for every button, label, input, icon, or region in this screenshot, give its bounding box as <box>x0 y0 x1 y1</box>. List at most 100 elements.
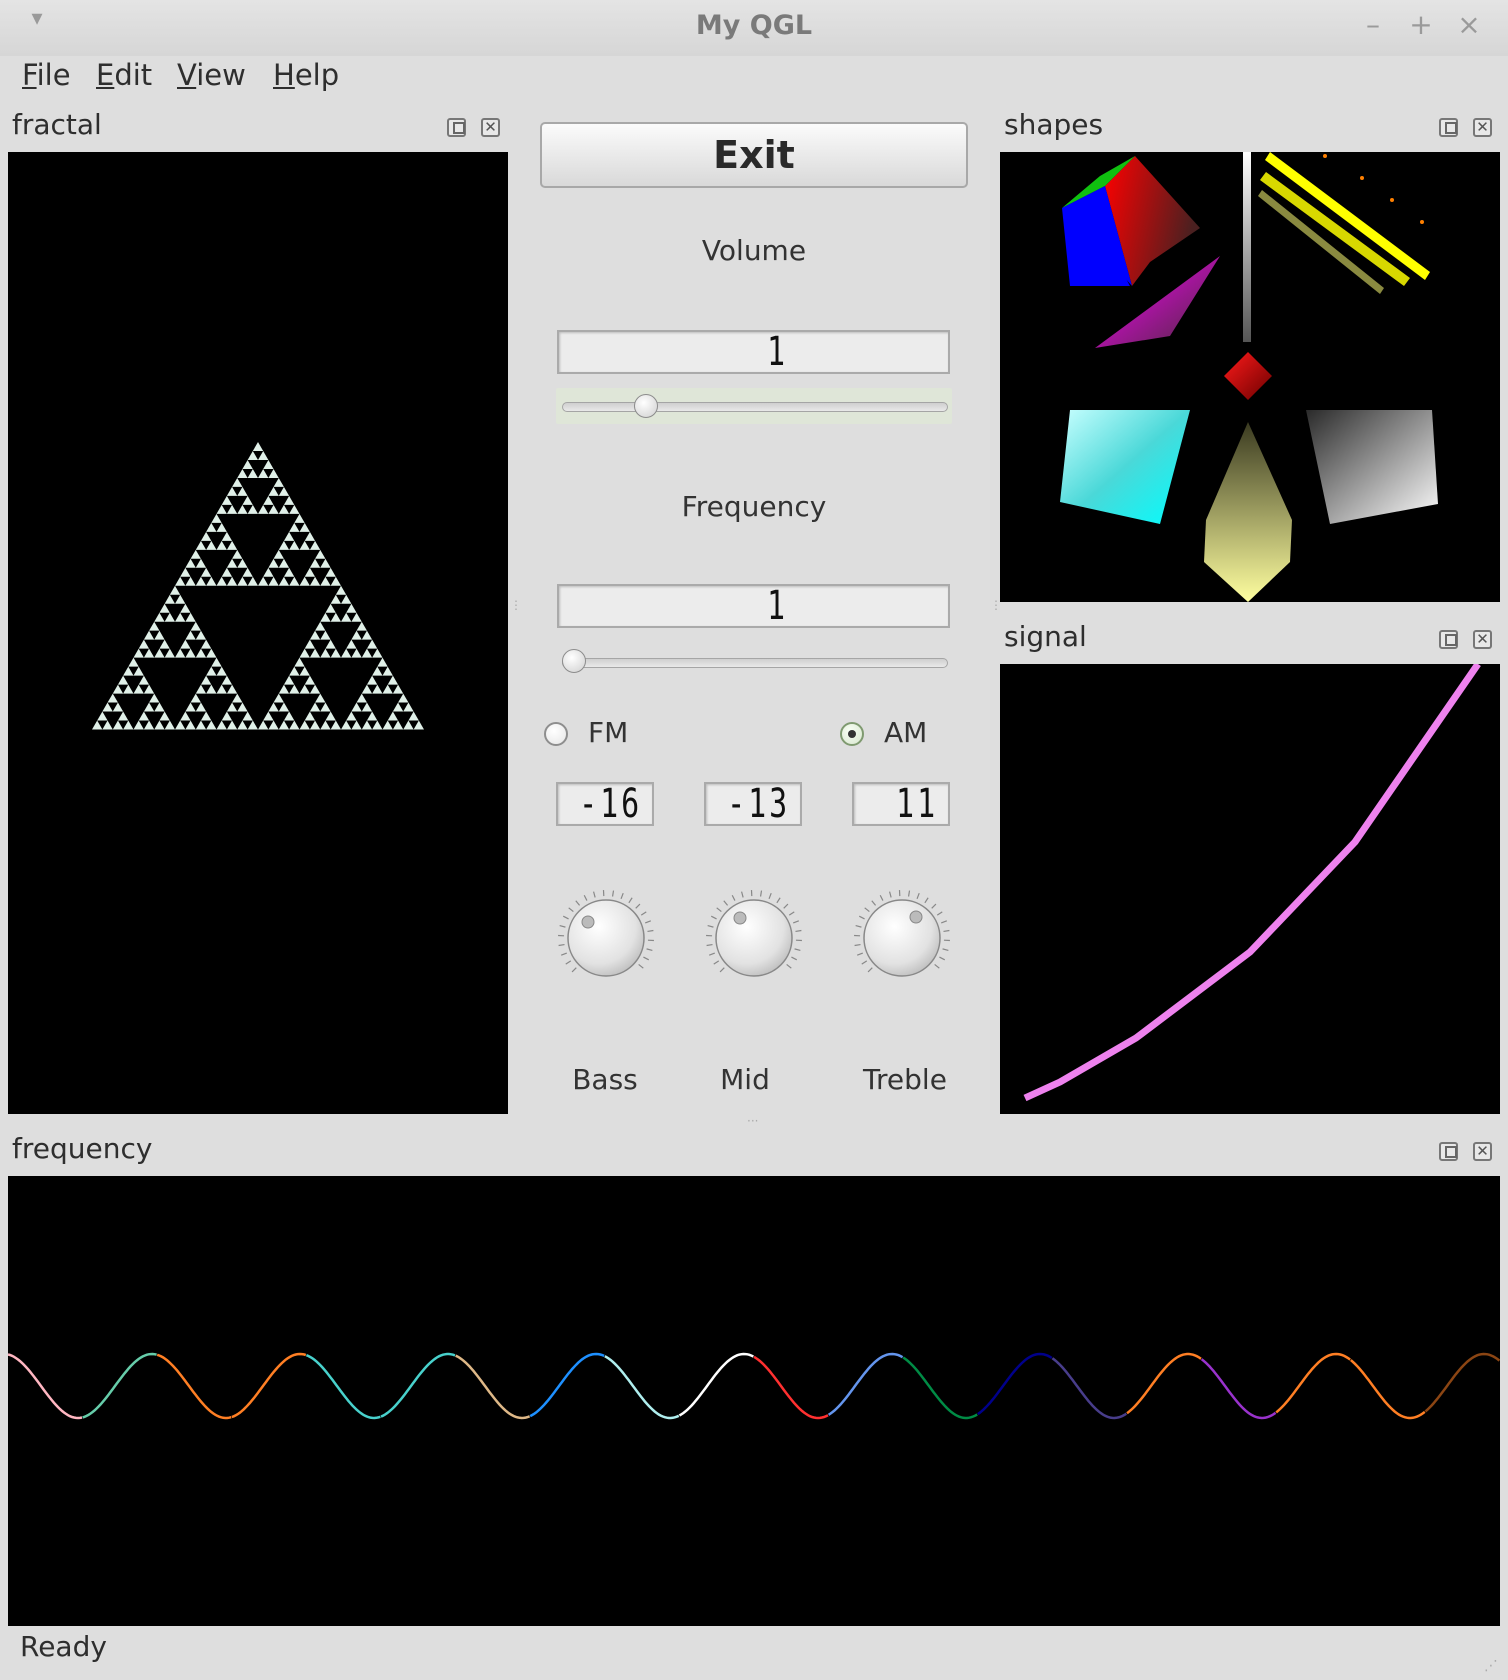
signal-plot <box>1023 664 1481 1102</box>
frequency-lcd: 1 <box>557 584 950 628</box>
fractal-triangle <box>164 720 175 730</box>
fractal-triangle <box>154 720 165 730</box>
fractal-triangle <box>299 720 310 730</box>
bass-knob[interactable] <box>556 888 656 988</box>
fractal-triangle <box>273 549 284 559</box>
shapes-close-button[interactable] <box>1473 116 1492 138</box>
am-radio[interactable] <box>840 722 864 746</box>
knob-tick <box>861 960 868 965</box>
fractal-triangle <box>408 711 419 721</box>
signal-close-button[interactable] <box>1473 628 1492 650</box>
fractal-triangle <box>372 720 383 730</box>
fractal-triangle <box>351 720 362 730</box>
fractal-triangle <box>283 495 295 505</box>
knob-tick <box>560 952 568 956</box>
knob-tick <box>791 956 798 961</box>
fractal-triangle <box>107 693 118 703</box>
bottom-splitter-handle[interactable]: ··· <box>747 1114 758 1128</box>
orange-dot-4 <box>1420 220 1424 224</box>
fractal-triangle <box>117 675 129 685</box>
fractal-triangle <box>164 648 175 658</box>
fractal-triangle <box>289 540 300 550</box>
fractal-triangle <box>112 684 124 694</box>
fractal-triangle <box>294 513 305 523</box>
fractal-triangle <box>315 621 326 631</box>
frequency-canvas[interactable] <box>8 1176 1500 1626</box>
fractal-triangle <box>211 657 222 667</box>
menu-edit-label: dit <box>114 58 153 92</box>
fractal-triangle <box>247 450 258 460</box>
fractal-float-button[interactable] <box>447 118 466 137</box>
fm-radio[interactable] <box>544 722 568 746</box>
fractal-triangle <box>133 720 144 730</box>
fractal-triangle <box>159 639 170 649</box>
fractal-triangle <box>185 558 196 568</box>
knob-tick <box>646 948 653 952</box>
frequency-close-button[interactable] <box>1473 1140 1492 1162</box>
frequency-slider-handle[interactable] <box>562 649 586 673</box>
treble-knob[interactable] <box>852 888 952 988</box>
knob-tick <box>643 956 650 961</box>
fractal-close-button[interactable] <box>481 116 500 138</box>
volume-lcd: 1 <box>557 330 950 374</box>
shapes-float-button[interactable] <box>1439 118 1458 137</box>
minimize-button[interactable]: – <box>1356 8 1390 41</box>
am-radio-label[interactable]: AM <box>884 716 927 749</box>
fractal-triangle <box>164 594 175 604</box>
fractal-triangle <box>102 702 113 712</box>
frequency-slider[interactable] <box>562 658 948 668</box>
fractal-triangle <box>164 612 175 622</box>
fractal-triangle <box>325 639 336 649</box>
fractal-triangle <box>133 648 144 658</box>
fractal-triangle <box>216 576 227 586</box>
bass-knob-indicator <box>581 915 595 929</box>
fractal-triangle <box>206 576 217 586</box>
fractal-triangle <box>195 648 207 658</box>
frequency-wave <box>8 1352 1500 1420</box>
shapes-canvas[interactable] <box>1000 152 1500 602</box>
menu-edit[interactable]: Edit <box>96 58 152 92</box>
knob-tick <box>759 890 763 897</box>
exit-button[interactable]: Exit <box>540 122 968 188</box>
fractal-triangle <box>226 576 238 586</box>
knob-tick <box>706 943 713 947</box>
maximize-button[interactable]: + <box>1404 8 1438 41</box>
fractal-triangle <box>138 639 150 649</box>
knob-tick <box>776 897 781 904</box>
fractal-triangle <box>309 720 321 730</box>
title-bar[interactable]: ▾ My QGL – + × <box>0 0 1508 56</box>
menu-help[interactable]: Help <box>273 58 339 92</box>
fm-radio-label[interactable]: FM <box>588 716 628 749</box>
signal-float-button[interactable] <box>1439 630 1458 649</box>
fractal-triangle <box>112 702 124 712</box>
knob-tick <box>924 897 929 904</box>
menu-view[interactable]: View <box>177 58 246 92</box>
red-diamond <box>1224 352 1272 400</box>
close-button[interactable]: × <box>1452 8 1486 41</box>
menu-file-label: ile <box>36 58 71 92</box>
knob-tick <box>867 967 873 973</box>
fractal-triangle <box>258 504 269 514</box>
left-splitter-handle[interactable]: ⋮ <box>510 598 522 612</box>
fractal-triangle <box>221 711 233 721</box>
frequency-float-button[interactable] <box>1439 1142 1458 1161</box>
fractal-triangle <box>216 522 227 532</box>
knob-tick <box>644 920 652 924</box>
fractal-triangle <box>315 549 326 559</box>
fractal-canvas[interactable] <box>8 152 508 1114</box>
menu-file[interactable]: File <box>22 58 71 92</box>
knob-tick <box>592 891 596 898</box>
knob-tick <box>568 907 574 913</box>
fractal-triangle <box>304 567 316 577</box>
signal-canvas[interactable] <box>1000 664 1500 1114</box>
fractal-triangle <box>330 612 341 622</box>
fractal-triangle <box>206 540 217 550</box>
menu-bar: File Edit View Help <box>0 56 1508 100</box>
fractal-triangle <box>159 603 170 613</box>
mid-knob[interactable] <box>704 888 804 988</box>
fractal-triangle <box>304 531 316 541</box>
size-grip-icon[interactable]: ⋰ <box>1484 1658 1498 1674</box>
volume-slider[interactable] <box>562 402 948 412</box>
fractal-triangle <box>200 675 212 685</box>
wave-segment <box>1126 1352 1202 1415</box>
